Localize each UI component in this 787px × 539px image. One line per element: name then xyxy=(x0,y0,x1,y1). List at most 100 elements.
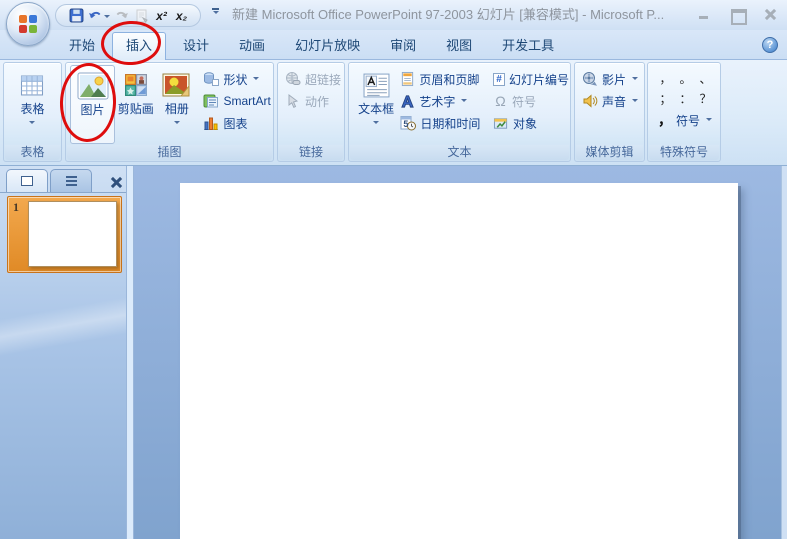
clipart-label: 剪贴画 xyxy=(118,102,154,117)
datetime-icon: 5 xyxy=(400,115,416,131)
qat-more-arrow-icon xyxy=(213,11,219,17)
undo-dropdown-arrow-icon xyxy=(104,15,110,21)
tab-review[interactable]: 审阅 xyxy=(377,32,429,60)
group-links-label: 链接 xyxy=(279,145,343,160)
movie-button[interactable]: 影片 xyxy=(580,68,638,90)
slides-tab[interactable] xyxy=(6,169,48,192)
tab-slideshow[interactable]: 幻灯片放映 xyxy=(282,32,373,60)
tab-developer[interactable]: 开发工具 xyxy=(489,32,567,60)
redo-button[interactable] xyxy=(113,7,130,25)
tab-view[interactable]: 视图 xyxy=(433,32,485,60)
group-links: 超链接 动作 链接 xyxy=(277,62,345,162)
panel-close-button[interactable] xyxy=(111,177,122,188)
slide-thumbnail-number: 1 xyxy=(13,200,19,215)
subscript-button[interactable]: x₂ xyxy=(173,7,190,25)
symbol-grid: ， 。 、 ； ： ？ ， 符号 xyxy=(649,65,714,144)
object-icon xyxy=(493,116,509,131)
window-title: 新建 Microsoft Office PowerPoint 97-2003 幻… xyxy=(232,0,677,30)
picture-button[interactable]: 图片 xyxy=(70,65,115,144)
object-label: 对象 xyxy=(513,115,537,132)
hyperlink-icon xyxy=(285,71,301,87)
shapes-dropdown-arrow-icon xyxy=(253,77,259,83)
symbol-cell-enum-comma[interactable]: 、 xyxy=(697,69,714,88)
tab-design[interactable]: 设计 xyxy=(170,32,222,60)
header-footer-label: 页眉和页脚 xyxy=(419,71,479,88)
photo-album-label: 相册 xyxy=(165,102,189,117)
photo-album-button[interactable]: 相册 xyxy=(156,65,197,144)
document-preview-button[interactable] xyxy=(133,7,150,25)
workspace: 1 xyxy=(0,166,787,539)
symbol-cell-question[interactable]: ？ xyxy=(697,89,714,108)
redo-icon xyxy=(114,9,129,22)
slide-number-hash-glyph: # xyxy=(496,74,502,85)
datetime-label: 日期和时间 xyxy=(420,115,480,132)
wordart-icon xyxy=(400,94,415,109)
table-button[interactable]: 表格 xyxy=(20,65,44,144)
titlebar: x² x₂ 新建 Microsoft Office PowerPoint 97-… xyxy=(0,0,787,30)
object-button[interactable]: 对象 xyxy=(491,112,569,134)
header-footer-button[interactable]: 页眉和页脚 xyxy=(398,68,491,90)
ribbon-tabs: 开始 插入 设计 动画 幻灯片放映 审阅 视图 开发工具 xyxy=(56,32,567,60)
hyperlink-button[interactable]: 超链接 xyxy=(283,68,341,90)
office-button[interactable] xyxy=(6,2,50,46)
symbol-omega-icon: Ω xyxy=(493,93,508,109)
slide-number-button[interactable]: # 幻灯片编号 xyxy=(491,68,569,90)
save-button[interactable] xyxy=(68,7,85,25)
superscript-button[interactable]: x² xyxy=(153,7,170,25)
maximize-button[interactable] xyxy=(731,9,744,20)
group-table-label: 表格 xyxy=(5,145,60,160)
smartart-button[interactable]: SmartArt xyxy=(201,90,272,112)
close-button[interactable] xyxy=(764,9,777,20)
undo-button[interactable] xyxy=(88,7,110,25)
chart-button[interactable]: 图表 xyxy=(201,112,272,134)
movie-dropdown-arrow-icon xyxy=(632,77,638,83)
special-symbol-label: 符号 xyxy=(676,112,700,129)
symbol-cell-period[interactable]: 。 xyxy=(677,69,694,88)
vertical-scrollbar[interactable] xyxy=(781,166,787,539)
wordart-button[interactable]: 艺术字 xyxy=(398,90,491,112)
editing-canvas xyxy=(134,166,787,539)
slide-number-label: 幻灯片编号 xyxy=(509,71,569,88)
symbol-cell-comma[interactable]: ， xyxy=(657,69,674,88)
save-icon xyxy=(69,8,84,23)
powerpoint-window: x² x₂ 新建 Microsoft Office PowerPoint 97-… xyxy=(0,0,787,539)
sound-icon xyxy=(582,93,598,109)
symbol-button[interactable]: Ω 符号 xyxy=(491,90,569,112)
action-button[interactable]: 动作 xyxy=(283,90,341,112)
outline-tab[interactable] xyxy=(50,169,92,192)
sound-dropdown-arrow-icon xyxy=(632,99,638,105)
clipart-icon xyxy=(125,68,147,102)
symbol-cell-semicolon[interactable]: ； xyxy=(657,89,674,108)
panel-splitter[interactable] xyxy=(126,166,134,539)
photo-album-dropdown-arrow-icon xyxy=(174,121,180,127)
quick-access-toolbar: x² x₂ xyxy=(55,4,201,27)
tab-home[interactable]: 开始 xyxy=(56,32,108,60)
superscript-label: x² xyxy=(156,9,167,23)
minimize-button[interactable] xyxy=(698,9,711,20)
group-illustrations-label: 插图 xyxy=(67,145,272,160)
customize-qat-button[interactable] xyxy=(212,8,219,17)
ribbon-tabstrip: 开始 插入 设计 动画 幻灯片放映 审阅 视图 开发工具 xyxy=(0,30,787,60)
shapes-button[interactable]: 形状 xyxy=(201,68,272,90)
datetime-button[interactable]: 5 日期和时间 xyxy=(398,112,491,134)
special-symbol-button[interactable]: ， 符号 xyxy=(657,109,714,131)
tab-insert[interactable]: 插入 xyxy=(112,32,166,60)
group-text-label: 文本 xyxy=(350,145,569,160)
help-button[interactable]: ? xyxy=(762,37,778,53)
office-logo-icon xyxy=(16,12,40,36)
slide-thumbnail-selected[interactable]: 1 xyxy=(7,196,122,273)
symbol-cell-colon[interactable]: ： xyxy=(677,89,694,108)
chart-label: 图表 xyxy=(223,115,247,132)
header-footer-icon xyxy=(400,71,415,87)
picture-icon xyxy=(77,69,109,103)
sound-button[interactable]: 声音 xyxy=(580,90,638,112)
group-text: 文本框 页眉和页脚 xyxy=(348,62,571,162)
tab-animations[interactable]: 动画 xyxy=(226,32,278,60)
slides-panel-tabs xyxy=(0,166,126,193)
picture-label: 图片 xyxy=(81,103,105,118)
clipart-button[interactable]: 剪贴画 xyxy=(115,65,156,144)
textbox-button[interactable]: 文本框 xyxy=(354,65,398,144)
textbox-icon xyxy=(363,68,390,102)
slide-page[interactable] xyxy=(180,183,738,539)
group-media-label: 媒体剪辑 xyxy=(576,145,643,160)
